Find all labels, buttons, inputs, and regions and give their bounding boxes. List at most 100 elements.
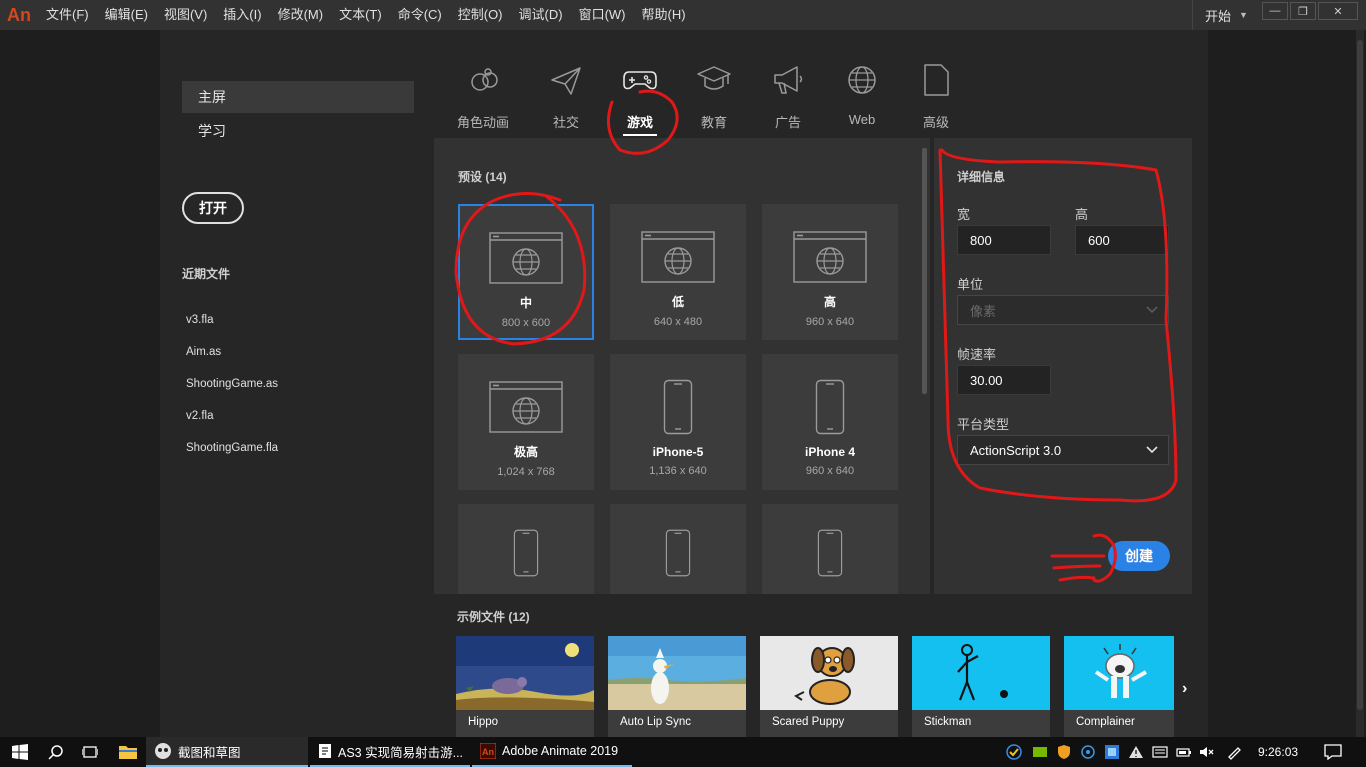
tray-keyboard-icon[interactable] [1152, 744, 1168, 760]
menu-debug[interactable]: 调试(D) [511, 0, 571, 30]
folder-icon [119, 746, 137, 759]
preset-card[interactable]: iPhone-5 1,136 x 640 [610, 354, 746, 490]
phone-icon [513, 529, 539, 577]
megaphone-icon [774, 66, 803, 94]
minimize-button[interactable]: — [1262, 2, 1288, 20]
menu-modify[interactable]: 修改(M) [270, 0, 332, 30]
taskbar-task-browser[interactable]: AS3 实现简易射击游... [310, 737, 470, 767]
chevron-down-icon [1146, 306, 1158, 314]
tab-web[interactable]: Web [825, 60, 899, 140]
height-field[interactable]: 600 [1075, 225, 1169, 255]
recent-file[interactable]: ShootingGame.as [186, 378, 278, 390]
tray-warning-icon[interactable] [1128, 744, 1144, 760]
tab-games[interactable]: 游戏 [603, 60, 677, 140]
preset-name: iPhone 4 [804, 445, 855, 459]
animate-app-icon: An [480, 743, 496, 759]
preset-card[interactable] [762, 504, 898, 594]
sample-card-auto-lip-sync[interactable]: Auto Lip Sync [608, 636, 746, 737]
preset-card[interactable]: iPhone 4 960 x 640 [762, 354, 898, 490]
workspace-switcher[interactable]: 开始 ▼ [1192, 0, 1248, 30]
recent-file[interactable]: v2.fla [186, 410, 214, 422]
platform-select[interactable]: ActionScript 3.0 [957, 435, 1169, 465]
menu-help[interactable]: 帮助(H) [634, 0, 694, 30]
tab-social[interactable]: 社交 [529, 60, 603, 140]
left-gutter [0, 30, 160, 737]
open-button[interactable]: 打开 [182, 192, 244, 224]
tab-advertising[interactable]: 广告 [751, 60, 825, 140]
recent-file[interactable]: Aim.as [186, 346, 221, 358]
taskbar-task-snip-sketch[interactable]: 截图和草图 [146, 737, 308, 767]
units-value: 像素 [970, 303, 997, 319]
preset-card[interactable] [610, 504, 746, 594]
tray-pen-icon[interactable] [1226, 744, 1242, 760]
tray-network-icon[interactable] [1080, 744, 1096, 760]
paper-plane-icon [551, 67, 581, 95]
sample-card-scared-puppy[interactable]: Scared Puppy [760, 636, 898, 737]
sample-name: Stickman [924, 716, 972, 728]
platform-label: 平台类型 [957, 417, 1010, 432]
window-scrollbar-thumb[interactable] [1357, 40, 1363, 710]
samples-next-arrow-icon[interactable]: › [1182, 680, 1187, 698]
phone-icon [665, 529, 691, 577]
preset-card[interactable]: 中 800 x 600 [458, 204, 594, 340]
fps-field[interactable]: 30.00 [957, 365, 1051, 395]
taskbar-task-animate[interactable]: An Adobe Animate 2019 [472, 737, 632, 767]
close-button[interactable]: ✕ [1318, 2, 1358, 20]
notification-center-icon[interactable] [1324, 744, 1342, 761]
restore-icon: ❐ [1298, 5, 1308, 18]
samples-title: 示例文件 (12) [457, 610, 530, 624]
sample-card-complainer[interactable]: Complainer [1064, 636, 1174, 737]
tab-label: 角色动画 [456, 115, 509, 130]
task-view-button[interactable] [74, 737, 106, 767]
menu-view[interactable]: 视图(V) [156, 0, 215, 30]
tray-volume-mute-icon[interactable] [1198, 744, 1214, 760]
menu-control[interactable]: 控制(O) [450, 0, 511, 30]
tray-shield-icon[interactable] [1056, 744, 1072, 760]
preset-card[interactable] [458, 504, 594, 594]
preset-name: 低 [671, 295, 684, 309]
recent-file[interactable]: ShootingGame.fla [186, 442, 278, 454]
preset-size: 960 x 640 [805, 465, 855, 477]
preset-size: 1,136 x 640 [649, 465, 707, 477]
sample-card-hippo[interactable]: Hippo [456, 636, 594, 737]
task-label: Adobe Animate 2019 [502, 744, 619, 758]
windows-logo-icon [12, 744, 28, 760]
taskbar-clock[interactable]: 9:26:03 [1258, 737, 1298, 767]
browser-window-icon [641, 231, 715, 283]
nav-learn[interactable]: 学习 [182, 115, 414, 147]
menu-file[interactable]: 文件(F) [38, 0, 97, 30]
preset-card[interactable]: 极高 1,024 x 768 [458, 354, 594, 490]
tray-checkmark-icon[interactable] [1006, 744, 1022, 760]
tab-education[interactable]: 教育 [677, 60, 751, 140]
globe-icon [848, 66, 876, 94]
width-field[interactable]: 800 [957, 225, 1051, 255]
search-button[interactable] [40, 737, 72, 767]
nav-home[interactable]: 主屏 [182, 81, 414, 113]
search-icon [48, 745, 63, 760]
windows-start-button[interactable] [0, 737, 40, 767]
restore-button[interactable]: ❐ [1290, 2, 1316, 20]
tab-character-animation[interactable]: 角色动画 [446, 60, 520, 140]
menu-edit[interactable]: 编辑(E) [97, 0, 156, 30]
tab-advanced[interactable]: 高级 [899, 60, 973, 140]
units-label: 单位 [957, 277, 984, 292]
browser-window-icon [489, 232, 563, 284]
menu-window[interactable]: 窗口(W) [571, 0, 634, 30]
menu-insert[interactable]: 插入(I) [215, 0, 269, 30]
menu-text[interactable]: 文本(T) [331, 0, 390, 30]
character-animation-icon [471, 68, 498, 91]
sample-card-stickman[interactable]: Stickman [912, 636, 1050, 737]
recent-file[interactable]: v3.fla [186, 314, 214, 326]
tray-battery-icon[interactable] [1176, 744, 1192, 760]
presets-scrollbar[interactable] [922, 148, 927, 394]
task-label: 截图和草图 [178, 745, 241, 760]
file-explorer-button[interactable] [112, 737, 144, 767]
preset-card[interactable]: 高 960 x 640 [762, 204, 898, 340]
tray-app-icon[interactable] [1104, 744, 1120, 760]
tray-nvidia-icon[interactable] [1032, 744, 1048, 760]
create-button[interactable]: 创建 [1108, 541, 1170, 571]
tab-label: 社交 [552, 115, 579, 130]
fps-label: 帧速率 [957, 347, 997, 362]
menu-commands[interactable]: 命令(C) [390, 0, 450, 30]
preset-card[interactable]: 低 640 x 480 [610, 204, 746, 340]
